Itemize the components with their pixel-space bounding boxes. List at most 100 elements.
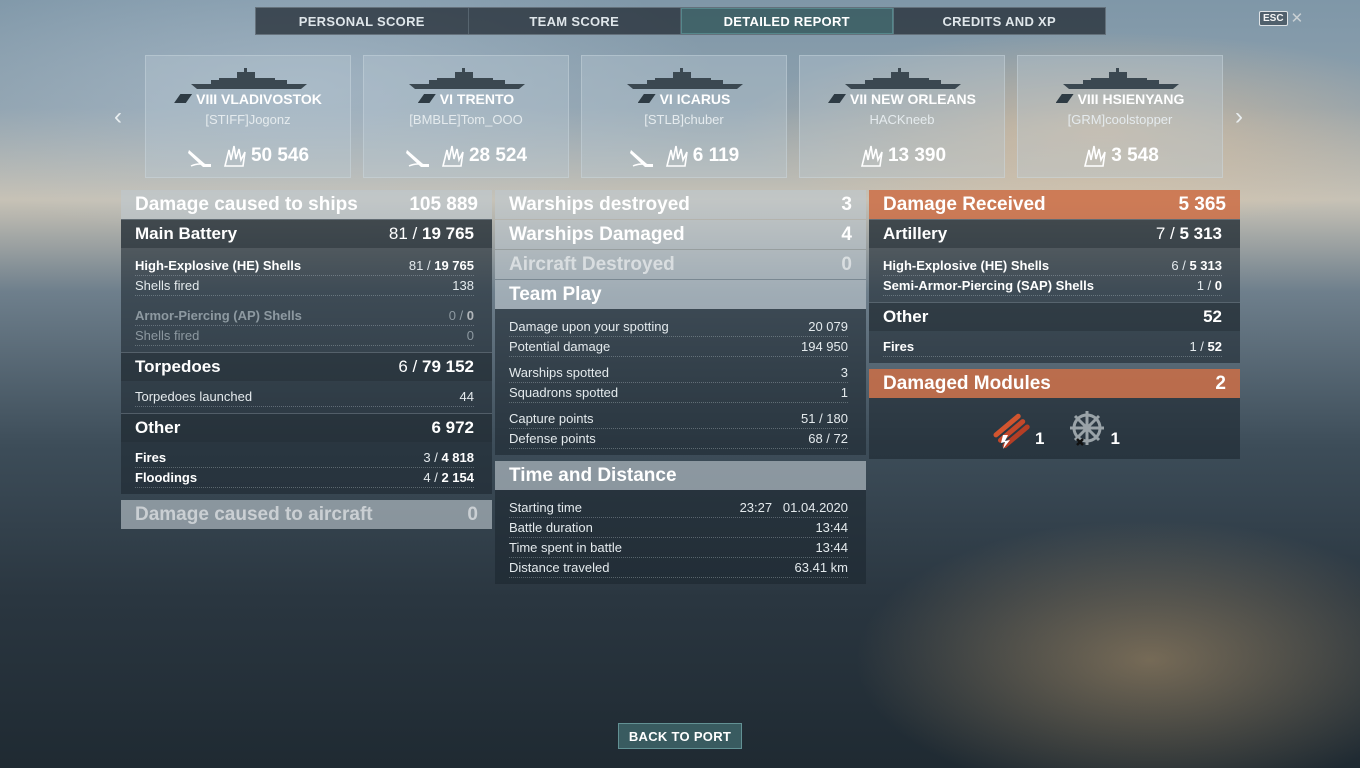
close-icon[interactable]: ✕: [1291, 11, 1304, 26]
explosion-icon: [665, 145, 688, 167]
destroyed-ship-card: VIII HSIENYANG [GRM]coolstopper 3 548: [1017, 55, 1223, 178]
battle-duration-row: Battle duration 13:44: [509, 518, 848, 538]
ap-shells-fired-row: Shells fired 0: [135, 326, 474, 346]
potential-damage-row: Potential damage 194 950: [509, 337, 848, 357]
player-name: [STIFF]Jogonz: [205, 112, 291, 127]
ship-name: VI TRENTO: [364, 91, 568, 107]
ship-name: VI ICARUS: [582, 91, 786, 107]
team-play-header: Team Play: [495, 280, 866, 309]
damaged-module-item: 1: [989, 409, 1045, 449]
explosion-icon: [860, 145, 883, 167]
damage-ships-title: Damage caused to ships: [135, 193, 358, 215]
damage-ships-value: 105 889: [409, 193, 478, 215]
ship-class-icon: [417, 94, 436, 103]
damage-received-header: Damage Received 5 365: [869, 190, 1240, 219]
achievements-panel: Warships destroyed 3 Warships Damaged 4 Ai…: [495, 190, 866, 584]
main-battery-label: Main Battery: [135, 224, 238, 243]
module-count: 1: [1035, 428, 1045, 448]
warships-spotted-row: Warships spotted 3: [509, 363, 848, 383]
ship-stats: 50 546: [146, 144, 350, 168]
tab-personal-score[interactable]: PERSONAL SCORE: [256, 8, 469, 34]
damage-dealt: 6 119: [663, 144, 739, 168]
ship-class-icon: [1055, 94, 1074, 103]
ship-name: VIII VLADIVOSTOK: [146, 91, 350, 107]
time-in-battle-row: Time spent in battle 13:44: [509, 538, 848, 558]
player-name: HACKneeb: [869, 112, 935, 127]
sunk-ship-icon: [405, 150, 429, 167]
sunk-ship-icon: [629, 150, 653, 167]
received-sap-row: Semi-Armor-Piercing (SAP) Shells 1 / 0: [883, 276, 1222, 296]
received-other-header: Other 52: [869, 302, 1240, 331]
player-name: [BMBLE]Tom_OOO: [409, 112, 523, 127]
he-shells-row: High-Explosive (HE) Shells 81 / 19 765: [135, 256, 474, 276]
damage-aircraft-header: Damage caused to aircraft 0: [121, 500, 492, 529]
prev-arrow-icon[interactable]: ‹: [114, 103, 122, 131]
damaged-modules-header: Damaged Modules 2: [869, 369, 1240, 398]
tab-detailed-report[interactable]: DETAILED REPORT: [681, 8, 894, 34]
damage-dealt: 50 546: [221, 144, 309, 168]
damage-ships-header: Damage caused to ships 105 889: [121, 190, 492, 219]
ship-class-icon: [637, 94, 656, 103]
tab-credits-and-xp[interactable]: CREDITS AND XP: [894, 8, 1106, 34]
damaged-modules-list: 1 1: [869, 398, 1240, 459]
fires-row: Fires 3 / 4 818: [135, 448, 474, 468]
destroyed-ship-card: VII NEW ORLEANS HACKneeb 13 390: [799, 55, 1005, 178]
floodings-row: Floodings 4 / 2 154: [135, 468, 474, 488]
artillery-header: Artillery 7 / 5 313: [869, 219, 1240, 248]
ship-name: VII NEW ORLEANS: [800, 91, 1004, 107]
ship-silhouette-icon: [627, 68, 743, 89]
time-distance-header: Time and Distance: [495, 461, 866, 490]
capture-points-row: Capture points 51 / 180: [509, 409, 848, 429]
torpedo-tubes-damaged-icon: [993, 413, 1030, 449]
back-to-port-button[interactable]: BACK TO PORT: [618, 723, 742, 749]
damage-dealt: 3 548: [1081, 144, 1159, 168]
damage-received-panel: Damage Received 5 365 Artillery 7 / 5 313…: [869, 190, 1240, 459]
spotting-damage-row: Damage upon your spotting 20 079: [509, 317, 848, 337]
player-name: [STLB]chuber: [644, 112, 724, 127]
damaged-module-item: 1: [1067, 409, 1120, 449]
destroyed-ship-card: VI TRENTO [BMBLE]Tom_OOO 28 524: [363, 55, 569, 178]
next-arrow-icon[interactable]: ›: [1235, 103, 1243, 131]
damage-dealt: 13 390: [858, 144, 946, 168]
ship-silhouette-icon: [1063, 68, 1179, 89]
ship-silhouette-icon: [845, 68, 961, 89]
destroyed-ship-card: VI ICARUS [STLB]chuber 6 119: [581, 55, 787, 178]
esc-close[interactable]: ESC ✕: [1259, 11, 1303, 26]
explosion-icon: [441, 145, 464, 167]
sunk-ship-icon: [187, 150, 211, 167]
defense-points-row: Defense points 68 / 72: [509, 429, 848, 449]
ship-silhouette-icon: [191, 68, 307, 89]
esc-key-label: ESC: [1259, 11, 1288, 26]
distance-traveled-row: Distance traveled 63.41 km: [509, 558, 848, 578]
ship-stats: 6 119: [582, 144, 786, 168]
steering-gear-damaged-icon: [1069, 410, 1104, 446]
torpedoes-header: Torpedoes 6 / 79 152: [121, 352, 492, 381]
warships-damaged-row: Warships Damaged 4: [495, 220, 866, 249]
main-battery-value: 81 / 19 765: [388, 224, 474, 243]
player-name: [GRM]coolstopper: [1067, 112, 1173, 127]
ship-class-icon: [827, 94, 846, 103]
warships-destroyed-row: Warships destroyed 3: [495, 190, 866, 219]
he-shells-fired-row: Shells fired 138: [135, 276, 474, 296]
ship-stats: 13 390: [800, 144, 1004, 168]
damage-caused-panel: Damage caused to ships 105 889 Main Batt…: [121, 190, 492, 529]
tab-team-score[interactable]: TEAM SCORE: [469, 8, 681, 34]
received-fires-row: Fires 1 / 52: [883, 337, 1222, 357]
received-he-row: High-Explosive (HE) Shells 6 / 5 313: [883, 256, 1222, 276]
torpedoes-launched-row: Torpedoes launched 44: [135, 387, 474, 407]
damage-dealt: 28 524: [439, 144, 527, 168]
ship-class-icon: [174, 94, 193, 103]
destroyed-ship-card: VIII VLADIVOSTOK [STIFF]Jogonz 50 546: [145, 55, 351, 178]
aircraft-destroyed-row: Aircraft Destroyed 0: [495, 250, 866, 279]
report-tabs: PERSONAL SCORE TEAM SCORE DETAILED REPOR…: [255, 7, 1106, 35]
ship-stats: 3 548: [1018, 144, 1222, 168]
ship-stats: 28 524: [364, 144, 568, 168]
module-count: 1: [1110, 428, 1120, 448]
main-battery-header: Main Battery 81 / 19 765: [121, 219, 492, 248]
ship-name: VIII HSIENYANG: [1018, 91, 1222, 107]
starting-time-row: Starting time 23:27 01.04.2020: [509, 498, 848, 518]
ship-silhouette-icon: [409, 68, 525, 89]
explosion-icon: [223, 145, 246, 167]
explosion-icon: [1084, 145, 1107, 167]
squadrons-spotted-row: Squadrons spotted 1: [509, 383, 848, 403]
